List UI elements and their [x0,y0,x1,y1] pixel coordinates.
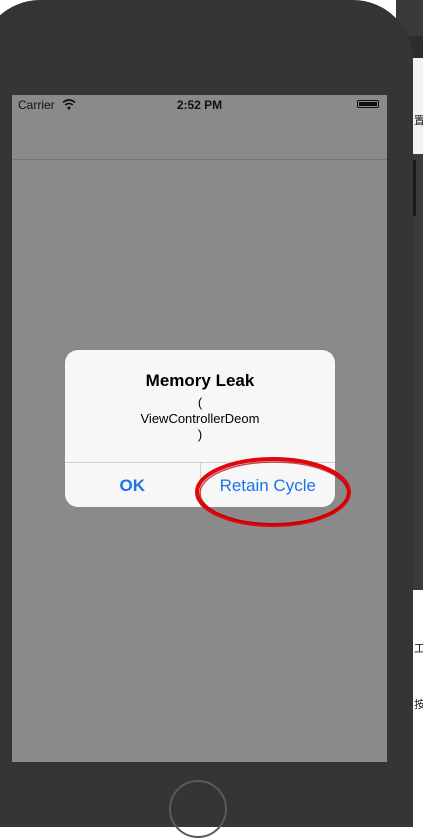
alert-button-row: OK Retain Cycle [65,462,335,507]
home-button[interactable] [169,780,227,838]
battery-icon [357,100,379,108]
retain-cycle-button[interactable]: Retain Cycle [199,463,336,507]
background-glyph: 按 [414,698,423,711]
background-glyph: 置 [414,114,423,127]
alert-message-line: ViewControllerDeom [140,411,260,426]
alert-message: ( ViewControllerDeom ) [65,395,335,443]
ok-button[interactable]: OK [65,463,200,507]
alert-title: Memory Leak [145,371,255,390]
navigation-bar [12,115,387,160]
simulator-screen: Carrier 2:52 PM Memory Leak ( ViewContro… [12,95,387,762]
status-time: 2:52 PM [176,98,223,112]
background-glyph: 工 [414,642,423,655]
alert-dialog: Memory Leak ( ViewControllerDeom ) OK Re… [65,350,335,507]
status-bar: Carrier 2:52 PM [12,95,387,115]
alert-message-line: ) [197,427,203,442]
alert-message-line: ( [197,395,203,410]
